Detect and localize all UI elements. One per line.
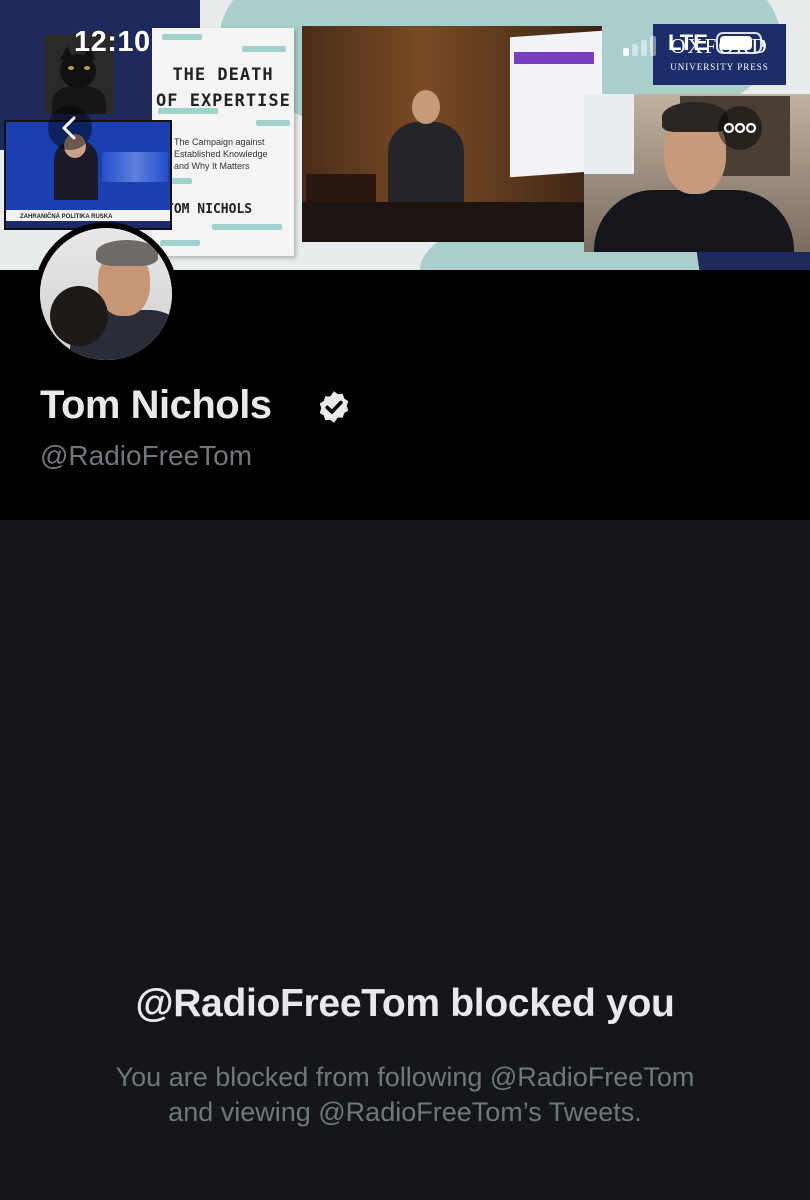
banner-lecture-photo — [302, 26, 602, 242]
book-subtitle: The Campaign against Established Knowled… — [174, 137, 268, 171]
chevron-left-icon — [62, 116, 76, 140]
profile-handle: @RadioFreeTom — [40, 440, 253, 471]
verified-badge-icon — [319, 391, 349, 423]
blocked-description: You are blocked from following @RadioFre… — [0, 1060, 810, 1130]
banner-portrait-photo — [584, 94, 810, 252]
banner-book-cover: THE DEATH OF EXPERTISE The Campaign agai… — [152, 28, 294, 256]
cellular-signal-icon — [623, 34, 663, 56]
book-title: THE DEATH OF EXPERTISE — [156, 65, 291, 111]
status-time: 12:10 — [74, 26, 151, 58]
book-author: TOM NICHOLS — [166, 202, 253, 217]
tv-ticker-text: ZAHRANIČNÁ POLITIKA RUSKA — [20, 214, 113, 220]
blocked-description-line: and viewing @RadioFreeTom’s Tweets. — [168, 1097, 642, 1127]
blocked-description-line: You are blocked from following @RadioFre… — [115, 1062, 695, 1092]
blocked-title: @RadioFreeTom blocked you — [135, 982, 675, 1025]
network-type: LTE — [668, 30, 708, 55]
avatar-photo — [40, 228, 172, 360]
back-button[interactable] — [48, 106, 92, 150]
battery-icon — [716, 32, 765, 54]
more-horizontal-icon — [723, 122, 757, 134]
more-options-button[interactable] — [718, 106, 762, 150]
avatar[interactable] — [34, 222, 178, 366]
display-name: Tom Nichols — [40, 383, 272, 427]
